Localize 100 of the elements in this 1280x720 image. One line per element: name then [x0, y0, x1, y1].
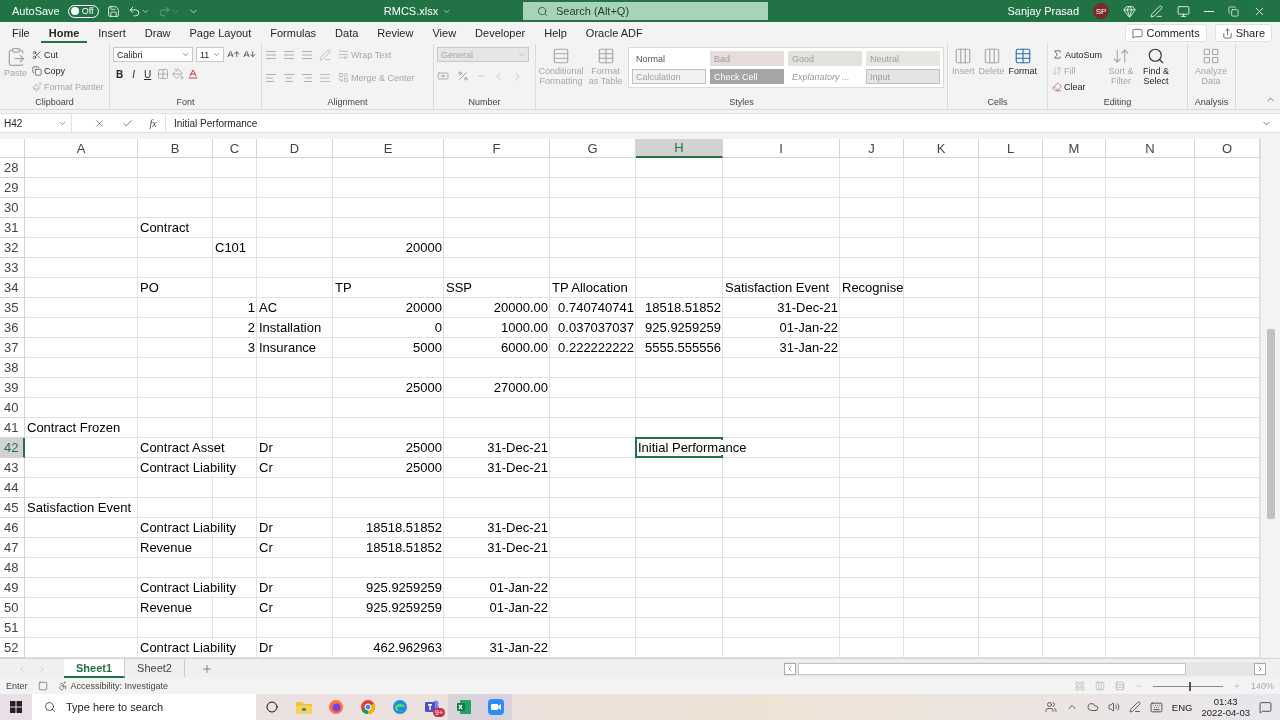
row-header[interactable]: 33	[0, 258, 25, 278]
row-header[interactable]: 32	[0, 238, 25, 258]
insert-function-button[interactable]: fx	[149, 117, 157, 129]
cell-text: Initial Performance	[638, 440, 747, 455]
row-header[interactable]: 30	[0, 198, 25, 218]
search-field[interactable]: Search (Alt+Q)	[523, 2, 768, 20]
row-header[interactable]: 45	[0, 498, 25, 518]
row-header[interactable]: 28	[0, 158, 25, 178]
column-header[interactable]: D	[257, 139, 333, 158]
cell-text: 2	[247, 320, 255, 335]
column-header[interactable]: J	[840, 139, 904, 158]
column-header[interactable]: I	[723, 139, 840, 158]
menu-tab[interactable]: Review	[369, 23, 422, 43]
menu-tab[interactable]: File	[4, 23, 38, 43]
row-header[interactable]: 31	[0, 218, 25, 238]
menu-tab[interactable]: Help	[536, 23, 575, 43]
column-header[interactable]: L	[979, 139, 1043, 158]
group-label: Clipboard	[35, 96, 74, 109]
column-header[interactable]: F	[444, 139, 550, 158]
vertical-scrollbar[interactable]	[1260, 139, 1280, 658]
column-header[interactable]: H	[636, 139, 723, 158]
bold-button[interactable]: B	[113, 68, 127, 80]
restore-button[interactable]	[1228, 5, 1239, 17]
undo-button[interactable]	[127, 4, 150, 18]
table-icon	[1013, 47, 1032, 65]
format-button[interactable]: Format	[1007, 47, 1039, 96]
cell-text: 0.222222222	[558, 340, 634, 355]
share-button[interactable]: Share	[1214, 24, 1272, 42]
row-header[interactable]: 35	[0, 298, 25, 318]
scroll-right-button[interactable]	[1254, 662, 1266, 675]
italic-button[interactable]: I	[129, 68, 138, 80]
clear-button[interactable]: Clear	[1051, 79, 1104, 94]
column-header[interactable]: B	[138, 139, 213, 158]
pen-button[interactable]	[1150, 4, 1163, 18]
zoom-thumb[interactable]	[1189, 681, 1192, 691]
find-select-button[interactable]: Find & Select	[1139, 47, 1174, 96]
row-header[interactable]: 50	[0, 598, 25, 618]
taskbar-app[interactable]	[448, 694, 480, 720]
font-size-field[interactable]: 11	[196, 47, 224, 62]
taskbar-app[interactable]	[480, 694, 512, 720]
accessibility-button[interactable]: Accessibility: Investigate	[57, 681, 169, 691]
column-header[interactable]: M	[1043, 139, 1106, 158]
formula-field[interactable]: Initial Performance	[166, 117, 1261, 129]
column-header[interactable]: A	[25, 139, 138, 158]
cut-button[interactable]: Cut	[31, 47, 105, 62]
column-header[interactable]: K	[904, 139, 979, 158]
column-header[interactable]: C	[213, 139, 257, 158]
row-header[interactable]: 29	[0, 178, 25, 198]
menu-tab[interactable]: Insert	[90, 23, 134, 43]
column-header[interactable]: O	[1195, 139, 1260, 158]
save-button[interactable]	[106, 4, 120, 18]
row-header[interactable]: 37	[0, 338, 25, 358]
row-header[interactable]: 43	[0, 458, 25, 478]
sheet-tab[interactable]: Sheet1	[64, 659, 126, 678]
diamond-icon	[1123, 4, 1136, 18]
cell-text: 18518.51852	[366, 540, 442, 555]
row-header[interactable]: 52	[0, 638, 25, 658]
add-sheet-button[interactable]	[200, 662, 213, 675]
row-header[interactable]: 36	[0, 318, 25, 338]
horizontal-scrollbar[interactable]	[784, 661, 1266, 676]
menu-tab[interactable]: Oracle ADF	[577, 23, 651, 43]
row-header[interactable]: 40	[0, 398, 25, 418]
row-header[interactable]: 46	[0, 518, 25, 538]
row-header[interactable]: 38	[0, 358, 25, 378]
scroll-left-button[interactable]	[784, 662, 796, 675]
menu-tab[interactable]: View	[424, 23, 465, 43]
monitor-icon	[1177, 4, 1190, 18]
name-box[interactable]: H42	[0, 114, 72, 132]
row-header[interactable]: 34	[0, 278, 25, 298]
column-header[interactable]: N	[1106, 139, 1195, 158]
menu-tab[interactable]: Draw	[136, 23, 179, 43]
user-avatar[interactable]: SP	[1093, 3, 1109, 19]
row-header[interactable]: 48	[0, 558, 25, 578]
underline-button[interactable]: U	[141, 68, 155, 80]
menu-tab[interactable]: Developer	[467, 23, 534, 43]
row-header[interactable]: 41	[0, 418, 25, 438]
menu-tab[interactable]: Page Layout	[181, 23, 260, 43]
row-header[interactable]: 49	[0, 578, 25, 598]
column-header[interactable]: G	[550, 139, 636, 158]
copy-button[interactable]: Copy	[31, 63, 105, 78]
minimize-button[interactable]	[1204, 10, 1214, 12]
pen-icon	[1128, 701, 1141, 713]
ribbon-display-button[interactable]	[1177, 4, 1190, 18]
comments-button[interactable]: Comments	[1125, 24, 1207, 42]
menu-tab[interactable]: Data	[327, 23, 367, 43]
menu-tab[interactable]: Formulas	[262, 23, 325, 43]
premium-button[interactable]	[1123, 4, 1136, 18]
row-header[interactable]: 47	[0, 538, 25, 558]
clock-date: 2022-04-03	[1201, 707, 1250, 718]
row-header[interactable]: 44	[0, 478, 25, 498]
language-indicator[interactable]: ENG	[1171, 701, 1193, 713]
font-name-field[interactable]: Calibri	[113, 47, 193, 62]
taskbar-search-field[interactable]: Type here to search	[32, 694, 256, 720]
column-header[interactable]: E	[333, 139, 444, 158]
row-header[interactable]: 51	[0, 618, 25, 638]
autosum-button[interactable]: AutoSum	[1051, 47, 1104, 62]
row-header[interactable]: 42	[0, 438, 25, 458]
menu-tab[interactable]: Home	[40, 23, 88, 43]
row-header[interactable]: 39	[0, 378, 25, 398]
bottom-align-icon	[301, 48, 313, 61]
